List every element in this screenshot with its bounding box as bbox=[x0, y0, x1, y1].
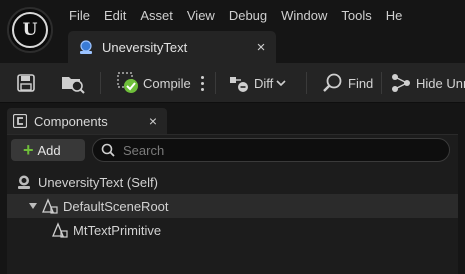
actor-self-icon bbox=[18, 175, 30, 189]
components-panel-title: Components bbox=[34, 113, 108, 129]
diff-icon bbox=[230, 77, 248, 92]
tree-item-self-label: UneversityText (Self) bbox=[38, 174, 158, 190]
scene-component-icon bbox=[42, 198, 58, 214]
components-panel-area: Components × + Add UneversityText (Self) bbox=[0, 104, 465, 274]
toolbar-separator bbox=[381, 72, 382, 94]
add-component-button[interactable]: + Add bbox=[11, 139, 85, 161]
hide-unrelated-label: Hide Unr bbox=[416, 75, 465, 91]
tree-item-default-scene-root[interactable]: DefaultSceneRoot bbox=[7, 194, 458, 218]
add-component-label: Add bbox=[37, 142, 61, 158]
menu-window[interactable]: Window bbox=[274, 0, 334, 32]
search-icon bbox=[101, 143, 115, 157]
browse-asset-button[interactable] bbox=[60, 70, 86, 96]
document-tab-close-icon[interactable]: × bbox=[250, 39, 272, 56]
plus-icon: + bbox=[23, 140, 34, 160]
primitive-component-icon bbox=[52, 222, 68, 238]
component-search-box[interactable] bbox=[92, 138, 450, 162]
menu-view[interactable]: View bbox=[180, 0, 222, 32]
browse-folder-search-icon bbox=[62, 77, 85, 94]
toolbar: Compile Diff Find Hide Unr bbox=[0, 63, 465, 103]
components-icon bbox=[13, 114, 27, 128]
menu-asset[interactable]: Asset bbox=[133, 0, 180, 32]
component-search-input[interactable] bbox=[123, 142, 449, 158]
diff-label: Diff bbox=[254, 75, 274, 91]
chevron-down-icon bbox=[276, 80, 286, 87]
tree-item-self[interactable]: UneversityText (Self) bbox=[7, 170, 458, 194]
find-label: Find bbox=[348, 75, 374, 91]
menu-tools[interactable]: Tools bbox=[334, 0, 378, 32]
components-panel-tab[interactable]: Components × bbox=[7, 108, 167, 134]
menu-bar: File Edit Asset View Debug Window Tools … bbox=[62, 0, 409, 32]
components-panel-close-icon[interactable]: × bbox=[143, 113, 163, 129]
toolbar-separator bbox=[306, 72, 307, 94]
components-panel-body: + Add UneversityText (Self) bbox=[7, 134, 458, 274]
compile-label: Compile bbox=[143, 75, 191, 91]
compile-button[interactable]: Compile bbox=[117, 70, 191, 96]
tree-item-mt-text-primitive[interactable]: MtTextPrimitive bbox=[7, 218, 458, 242]
tree-item-default-scene-root-label: DefaultSceneRoot bbox=[63, 198, 169, 214]
menu-edit[interactable]: Edit bbox=[97, 0, 133, 32]
unreal-logo[interactable]: U bbox=[7, 7, 53, 53]
expand-arrow-icon[interactable] bbox=[29, 203, 37, 209]
find-button[interactable]: Find bbox=[322, 70, 373, 96]
blueprint-actor-icon bbox=[80, 40, 92, 54]
compile-options-icon[interactable] bbox=[199, 71, 205, 95]
diff-button[interactable]: Diff bbox=[229, 70, 286, 96]
hide-unrelated-nodes-icon bbox=[392, 74, 410, 92]
hide-unrelated-button[interactable]: Hide Unr bbox=[390, 70, 465, 96]
save-icon bbox=[17, 74, 35, 92]
document-tab[interactable]: UneversityText × bbox=[68, 31, 276, 63]
find-search-icon bbox=[323, 73, 342, 92]
menu-debug[interactable]: Debug bbox=[222, 0, 274, 32]
tree-item-mt-text-primitive-label: MtTextPrimitive bbox=[73, 222, 162, 238]
unreal-logo-icon: U bbox=[12, 12, 48, 48]
menu-file[interactable]: File bbox=[62, 0, 97, 32]
document-tab-label: UneversityText bbox=[102, 39, 188, 55]
toolbar-separator bbox=[215, 72, 216, 94]
compile-status-icon bbox=[117, 72, 138, 93]
menu-help[interactable]: He bbox=[379, 0, 410, 32]
title-bar: U File Edit Asset View Debug Window Tool… bbox=[0, 0, 465, 64]
toolbar-separator bbox=[100, 72, 101, 94]
save-button[interactable] bbox=[16, 70, 36, 96]
